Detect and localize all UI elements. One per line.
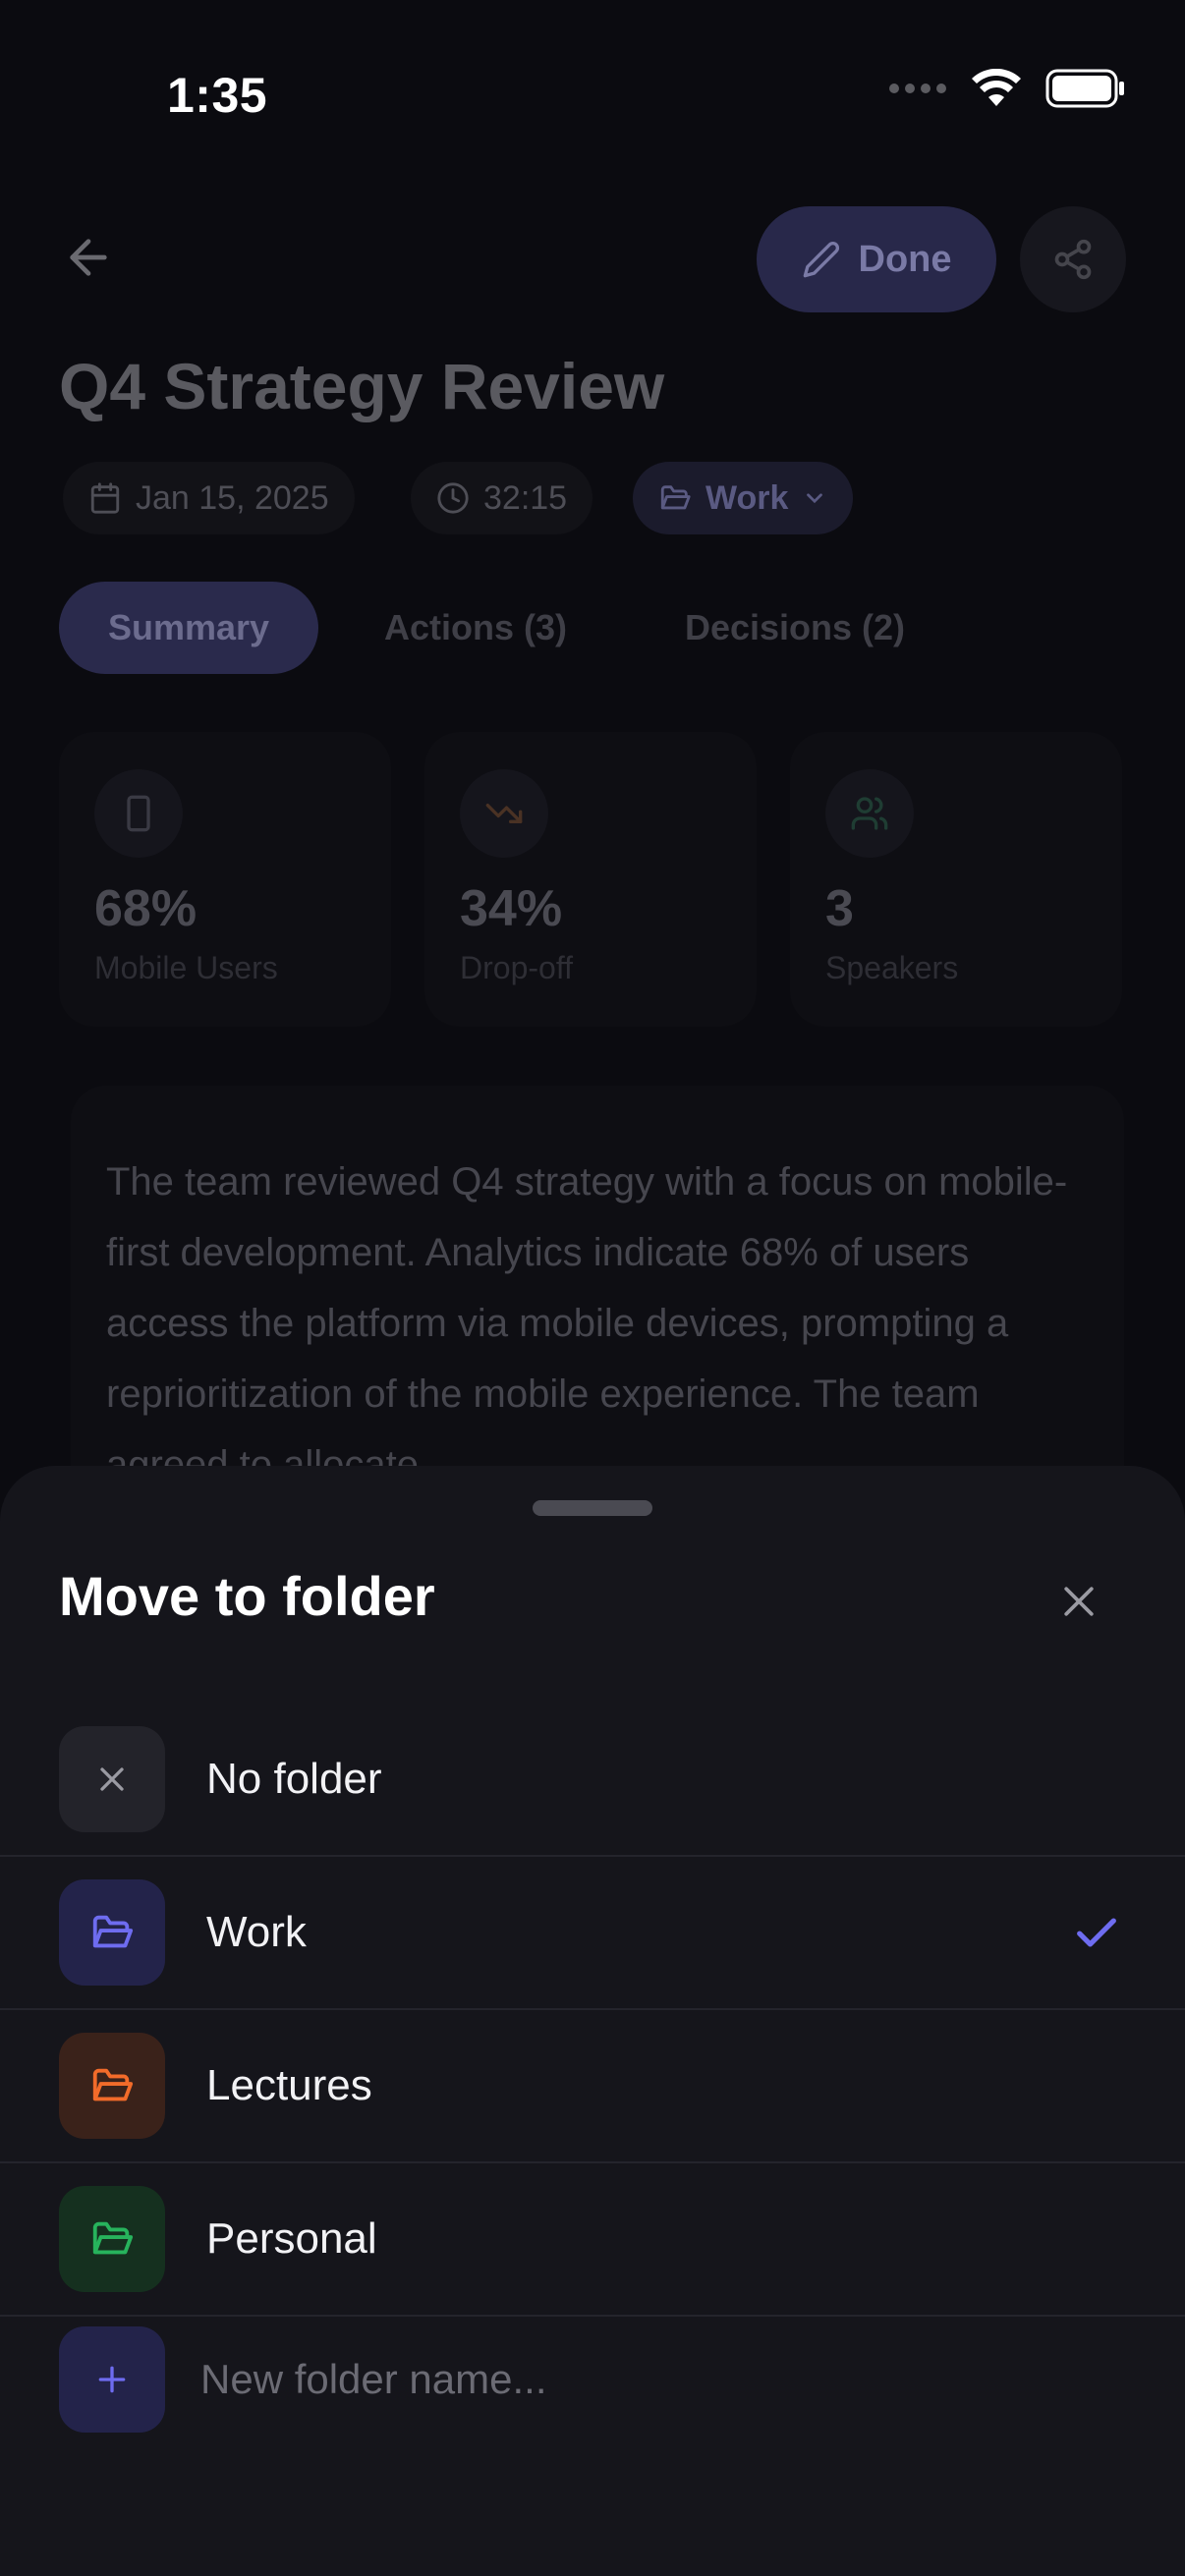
stat-label: Speakers <box>825 950 959 985</box>
share-icon <box>1054 239 1092 280</box>
tab-actions[interactable]: Actions (3) <box>346 582 605 674</box>
new-folder-row <box>0 2321 1185 2438</box>
sheet-title: Move to folder <box>59 1565 435 1627</box>
tab-summary[interactable]: Summary <box>59 582 318 674</box>
folder-option-personal[interactable]: Personal <box>0 2163 1185 2317</box>
folder-chip[interactable]: Work <box>633 462 854 534</box>
folder-option-label: Work <box>206 1908 307 1956</box>
stat-card-speakers: 3 Speakers <box>790 732 1122 1027</box>
chevron-down-icon <box>807 493 823 504</box>
new-folder-input[interactable] <box>200 2340 1085 2419</box>
tab-decisions[interactable]: Decisions (2) <box>637 582 953 674</box>
done-button[interactable]: Done <box>757 206 996 312</box>
folder-option-label: Lectures <box>206 2061 372 2109</box>
add-folder-button[interactable] <box>59 2326 165 2433</box>
clock-icon <box>437 482 469 514</box>
stat-card-mobile-users: 68% Mobile Users <box>59 732 391 1027</box>
folder-open-icon <box>660 485 691 510</box>
close-button[interactable] <box>1042 1564 1116 1639</box>
meeting-detail-page: Done Q4 Strategy Review Jan 15, 2025 32:… <box>0 0 1185 1557</box>
pencil-icon <box>803 241 839 278</box>
x-icon <box>59 1726 165 1832</box>
stat-value: 3 <box>825 880 854 937</box>
check-icon <box>1069 1905 1124 1960</box>
duration-text: 32:15 <box>483 478 568 517</box>
stat-card-drop-off: 34% Drop-off <box>424 732 757 1027</box>
close-icon <box>1064 1587 1094 1616</box>
page-title: Q4 Strategy Review <box>59 350 665 422</box>
folder-option-label: No folder <box>206 1755 382 1803</box>
calendar-icon <box>90 482 120 514</box>
folder-option-label: Personal <box>206 2214 377 2263</box>
move-to-folder-sheet: Move to folder No folder Work Lectures P… <box>0 1466 1185 2576</box>
date-text: Jan 15, 2025 <box>136 478 329 517</box>
folder-open-icon <box>59 1879 165 1986</box>
done-label: Done <box>858 238 952 280</box>
folder-option-lectures[interactable]: Lectures <box>0 2010 1185 2163</box>
folder-open-icon <box>59 2186 165 2292</box>
stat-label: Drop-off <box>460 950 574 985</box>
folder-chip-label: Work <box>705 478 789 517</box>
folder-option-work[interactable]: Work <box>0 1857 1185 2010</box>
sheet-grabber[interactable] <box>533 1500 652 1516</box>
smartphone-icon <box>94 769 183 858</box>
stat-label: Mobile Users <box>94 950 278 985</box>
trending-down-icon <box>460 769 548 858</box>
arrow-left-icon <box>70 239 107 276</box>
date-chip: Jan 15, 2025 <box>63 462 355 534</box>
stat-value: 34% <box>460 880 563 937</box>
users-icon <box>825 769 914 858</box>
back-button[interactable] <box>55 224 122 291</box>
stat-value: 68% <box>94 880 198 937</box>
summary-text: The team reviewed Q4 strategy with a foc… <box>106 1160 1068 1486</box>
folder-option-no-folder[interactable]: No folder <box>0 1704 1185 1857</box>
duration-chip: 32:15 <box>411 462 593 534</box>
folder-open-icon <box>59 2033 165 2139</box>
plus-icon <box>98 2366 126 2393</box>
share-button[interactable] <box>1020 206 1126 312</box>
